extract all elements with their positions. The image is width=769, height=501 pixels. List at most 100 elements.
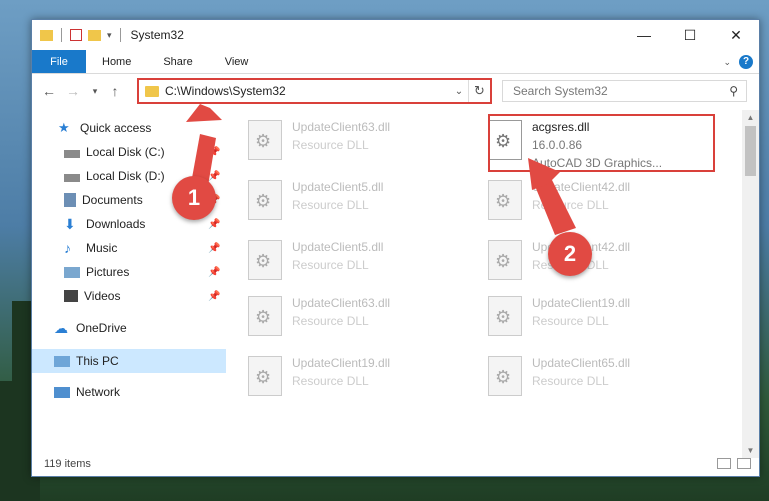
pin-icon[interactable]: 📌 bbox=[208, 243, 220, 254]
pin-icon[interactable]: 📌 bbox=[208, 291, 220, 302]
tab-home[interactable]: Home bbox=[86, 50, 147, 73]
title-bar: ▾ System32 — ☐ ✕ bbox=[32, 20, 759, 50]
music-icon: ♪ bbox=[64, 240, 71, 256]
file-type: Resource DLL bbox=[532, 374, 609, 388]
scrollbar-thumb[interactable] bbox=[745, 126, 756, 176]
search-icon: ⚲ bbox=[729, 84, 738, 98]
cloud-icon: ☁ bbox=[54, 320, 68, 336]
back-button[interactable]: ← bbox=[38, 83, 60, 99]
folder-icon bbox=[40, 29, 53, 41]
file-name: UpdateClient42.dll bbox=[532, 180, 631, 194]
file-name: UpdateClient19.dll bbox=[532, 296, 631, 310]
file-item[interactable]: UpdateClient19.dll Resource DLL bbox=[238, 350, 468, 406]
nav-item-label: Videos bbox=[84, 289, 121, 303]
expand-ribbon-icon[interactable]: ⌄ bbox=[723, 57, 731, 68]
nav-item-label: This PC bbox=[76, 354, 119, 368]
vertical-scrollbar[interactable]: ▲ ▼ bbox=[742, 110, 759, 458]
drive-icon bbox=[64, 149, 80, 158]
chevron-down-icon[interactable]: ⌄ bbox=[450, 86, 468, 97]
nav-item-local-disk-c[interactable]: Local Disk (C:) 📌 bbox=[64, 141, 220, 163]
nav-item-label: Music bbox=[86, 241, 118, 255]
properties-icon[interactable] bbox=[70, 29, 82, 41]
pin-icon[interactable]: 📌 bbox=[208, 267, 220, 278]
help-icon[interactable]: ? bbox=[739, 55, 753, 69]
callout-badge-2: 2 bbox=[548, 232, 592, 276]
file-item[interactable]: UpdateClient65.dll Resource DLL bbox=[478, 350, 708, 406]
nav-item-this-pc[interactable]: This PC bbox=[54, 350, 119, 372]
file-item[interactable]: UpdateClient42.dll Resource DLL bbox=[478, 234, 708, 290]
scroll-up-icon[interactable]: ▲ bbox=[742, 113, 759, 122]
nav-item-network[interactable]: Network bbox=[54, 381, 120, 403]
nav-item-onedrive[interactable]: ☁ OneDrive bbox=[54, 317, 127, 339]
file-item[interactable]: UpdateClient5.dll Resource DLL bbox=[238, 234, 468, 290]
file-list: UpdateClient63.dll Resource DLL acgsres.… bbox=[228, 110, 743, 458]
nav-item-label: Pictures bbox=[86, 265, 130, 279]
file-item[interactable]: UpdateClient42.dll Resource DLL bbox=[478, 174, 708, 230]
address-bar[interactable]: C:\Windows\System32 ⌄ ↻ bbox=[137, 78, 492, 104]
picture-icon bbox=[64, 266, 80, 278]
file-name: UpdateClient63.dll bbox=[292, 296, 391, 310]
callout-badge-1: 1 bbox=[172, 176, 216, 220]
video-icon bbox=[64, 290, 78, 302]
nav-item-documents[interactable]: Documents 📌 bbox=[64, 189, 220, 211]
recent-locations-icon[interactable]: ▾ bbox=[84, 86, 106, 97]
new-folder-icon[interactable] bbox=[88, 29, 101, 41]
maximize-button[interactable]: ☐ bbox=[667, 20, 713, 50]
dll-file-icon bbox=[488, 240, 522, 280]
ribbon-right: ⌄ ? bbox=[723, 50, 753, 74]
file-type: Resource DLL bbox=[292, 258, 369, 272]
pin-icon[interactable]: 📌 bbox=[208, 171, 220, 182]
nav-item-label: Local Disk (D:) bbox=[86, 169, 165, 183]
file-name: UpdateClient19.dll bbox=[292, 356, 391, 370]
close-button[interactable]: ✕ bbox=[713, 20, 759, 50]
minimize-button[interactable]: — bbox=[621, 20, 667, 50]
nav-item-label: Network bbox=[76, 385, 121, 399]
dll-file-icon bbox=[248, 356, 282, 396]
dll-file-icon bbox=[488, 356, 522, 396]
tab-view[interactable]: View bbox=[209, 50, 265, 73]
refresh-icon[interactable]: ↻ bbox=[468, 80, 490, 102]
file-item[interactable]: UpdateClient63.dll Resource DLL bbox=[238, 114, 468, 170]
nav-item-quick-access[interactable]: ★ Quick access bbox=[58, 117, 151, 139]
up-button[interactable]: ↑ bbox=[104, 83, 126, 99]
nav-item-label: Local Disk (C:) bbox=[86, 145, 165, 159]
window-title: System32 bbox=[130, 28, 184, 42]
toolbar-divider bbox=[119, 28, 121, 42]
download-icon: ⬇ bbox=[64, 216, 76, 232]
highlight-box bbox=[488, 114, 715, 172]
nav-item-music[interactable]: ♪ Music 📌 bbox=[64, 237, 220, 259]
folder-icon bbox=[145, 85, 159, 97]
computer-icon bbox=[54, 355, 70, 367]
nav-item-downloads[interactable]: ⬇ Downloads 📌 bbox=[64, 213, 220, 235]
file-type: Resource DLL bbox=[532, 198, 609, 212]
forward-button[interactable]: → bbox=[62, 83, 84, 99]
file-item[interactable]: UpdateClient19.dll Resource DLL bbox=[478, 290, 708, 346]
tab-share[interactable]: Share bbox=[147, 50, 208, 73]
dll-file-icon bbox=[248, 180, 282, 220]
pin-icon[interactable]: 📌 bbox=[208, 147, 220, 158]
dll-file-icon bbox=[488, 296, 522, 336]
file-item[interactable]: UpdateClient5.dll Resource DLL bbox=[238, 174, 468, 230]
details-view-icon[interactable] bbox=[717, 458, 731, 469]
nav-item-videos[interactable]: Videos 📌 bbox=[64, 285, 220, 307]
nav-item-label: Quick access bbox=[80, 121, 152, 135]
customize-toolbar-icon[interactable]: ▾ bbox=[107, 30, 112, 41]
dll-file-icon bbox=[488, 180, 522, 220]
background-tree bbox=[12, 301, 32, 501]
file-name: UpdateClient65.dll bbox=[532, 356, 631, 370]
large-icons-view-icon[interactable] bbox=[737, 458, 751, 469]
file-type: Resource DLL bbox=[532, 314, 609, 328]
search-input[interactable]: Search System32 ⚲ bbox=[502, 80, 747, 102]
tab-file[interactable]: File bbox=[32, 50, 86, 73]
nav-item-local-disk-d[interactable]: Local Disk (D:) 📌 bbox=[64, 165, 220, 187]
file-item[interactable]: UpdateClient63.dll Resource DLL bbox=[238, 290, 468, 346]
network-icon bbox=[54, 386, 70, 398]
nav-item-pictures[interactable]: Pictures 📌 bbox=[64, 261, 220, 283]
explorer-window: ▾ System32 — ☐ ✕ File Home Share View ⌄ … bbox=[31, 19, 760, 477]
toolbar-divider bbox=[61, 28, 62, 42]
address-path[interactable]: C:\Windows\System32 bbox=[165, 84, 450, 98]
file-name: UpdateClient5.dll bbox=[292, 180, 384, 194]
dll-file-icon bbox=[248, 240, 282, 280]
star-icon: ★ bbox=[58, 120, 70, 135]
pin-icon[interactable]: 📌 bbox=[208, 219, 220, 230]
